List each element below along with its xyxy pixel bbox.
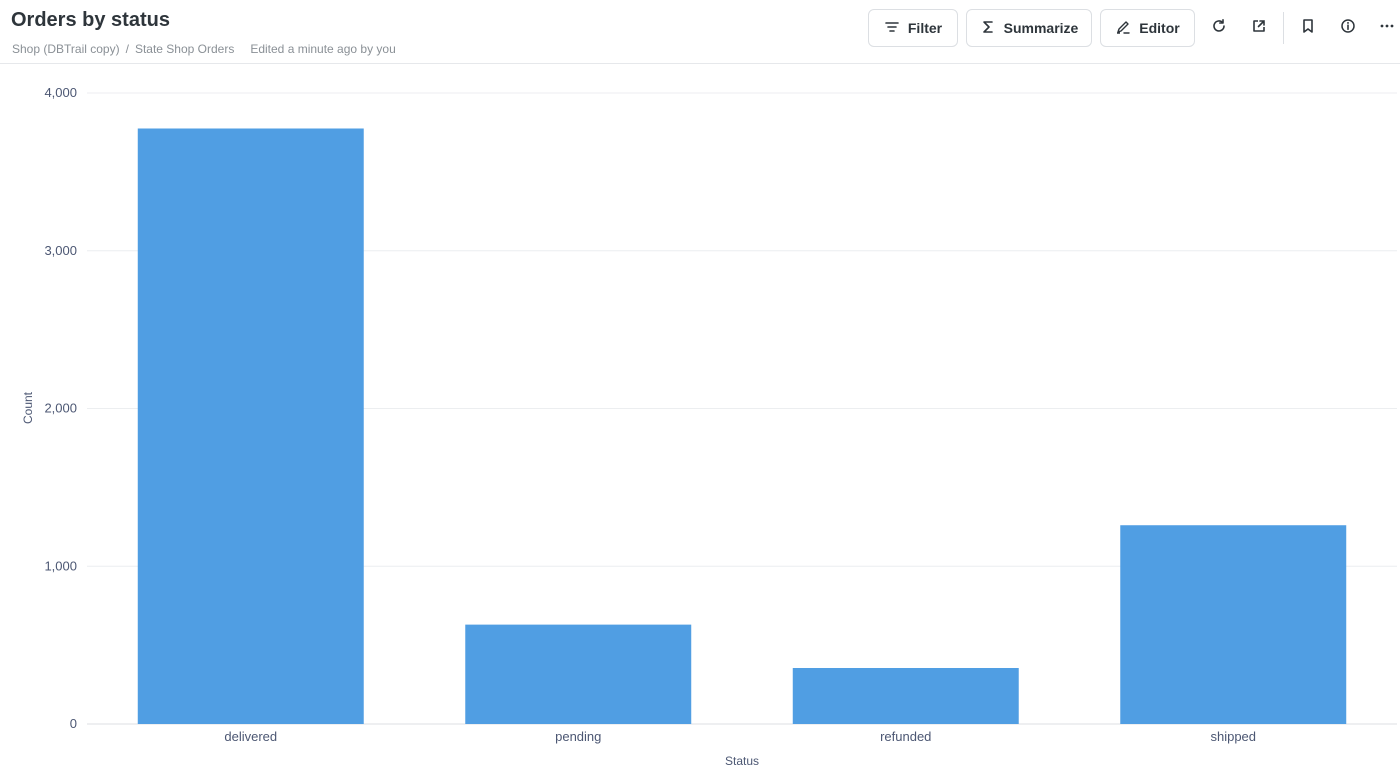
editor-button-label: Editor <box>1139 20 1180 36</box>
page-title: Orders by status <box>11 9 170 31</box>
info-button[interactable] <box>1336 16 1360 40</box>
question-header: Orders by status Shop (DBTrail copy) / Sta… <box>0 0 1400 64</box>
bookmark-button[interactable] <box>1296 16 1320 40</box>
y-tick-label: 1,000 <box>44 558 77 573</box>
x-axis-label: Status <box>724 754 760 768</box>
breadcrumb-table[interactable]: State Shop Orders <box>135 42 234 56</box>
filter-button[interactable]: Filter <box>868 9 958 47</box>
x-tick-label: delivered <box>224 729 277 744</box>
y-axis-label: Count <box>21 391 35 425</box>
bar-pending <box>465 624 692 724</box>
bar-shipped <box>1120 525 1347 724</box>
breadcrumb-database[interactable]: Shop (DBTrail copy) <box>12 42 120 56</box>
bookmark-icon <box>1300 18 1316 39</box>
edited-info[interactable]: Edited a minute ago by you <box>250 42 395 56</box>
y-tick-label: 0 <box>70 716 77 731</box>
summarize-button[interactable]: Summarize <box>966 9 1092 47</box>
y-tick-label: 3,000 <box>44 243 77 258</box>
share-icon <box>1251 18 1267 39</box>
pencil-icon <box>1115 19 1131 38</box>
bar-delivered <box>137 128 364 724</box>
share-button[interactable] <box>1247 16 1271 40</box>
bar-refunded <box>792 667 1019 724</box>
breadcrumb-separator: / <box>125 42 129 56</box>
refresh-button[interactable] <box>1207 16 1231 40</box>
bar-chart: 0 1,000 2,000 3,000 4,000 delivered pending ref… <box>44 85 1397 744</box>
filter-icon <box>884 19 900 38</box>
toolbar-divider <box>1283 12 1284 44</box>
editor-button[interactable]: Editor <box>1100 9 1195 47</box>
x-tick-label: shipped <box>1210 729 1256 744</box>
sigma-icon <box>980 19 996 38</box>
x-tick-label: pending <box>555 729 601 744</box>
y-tick-label: 4,000 <box>44 85 77 100</box>
more-button[interactable] <box>1375 16 1399 40</box>
x-tick-label: refunded <box>880 729 931 744</box>
y-tick-label: 2,000 <box>44 401 77 416</box>
summarize-button-label: Summarize <box>1003 20 1079 36</box>
more-icon <box>1379 18 1395 39</box>
refresh-icon <box>1211 18 1227 39</box>
filter-button-label: Filter <box>907 20 943 36</box>
info-icon <box>1340 18 1356 39</box>
breadcrumb: Shop (DBTrail copy) / State Shop Orders Edi… <box>12 42 396 56</box>
